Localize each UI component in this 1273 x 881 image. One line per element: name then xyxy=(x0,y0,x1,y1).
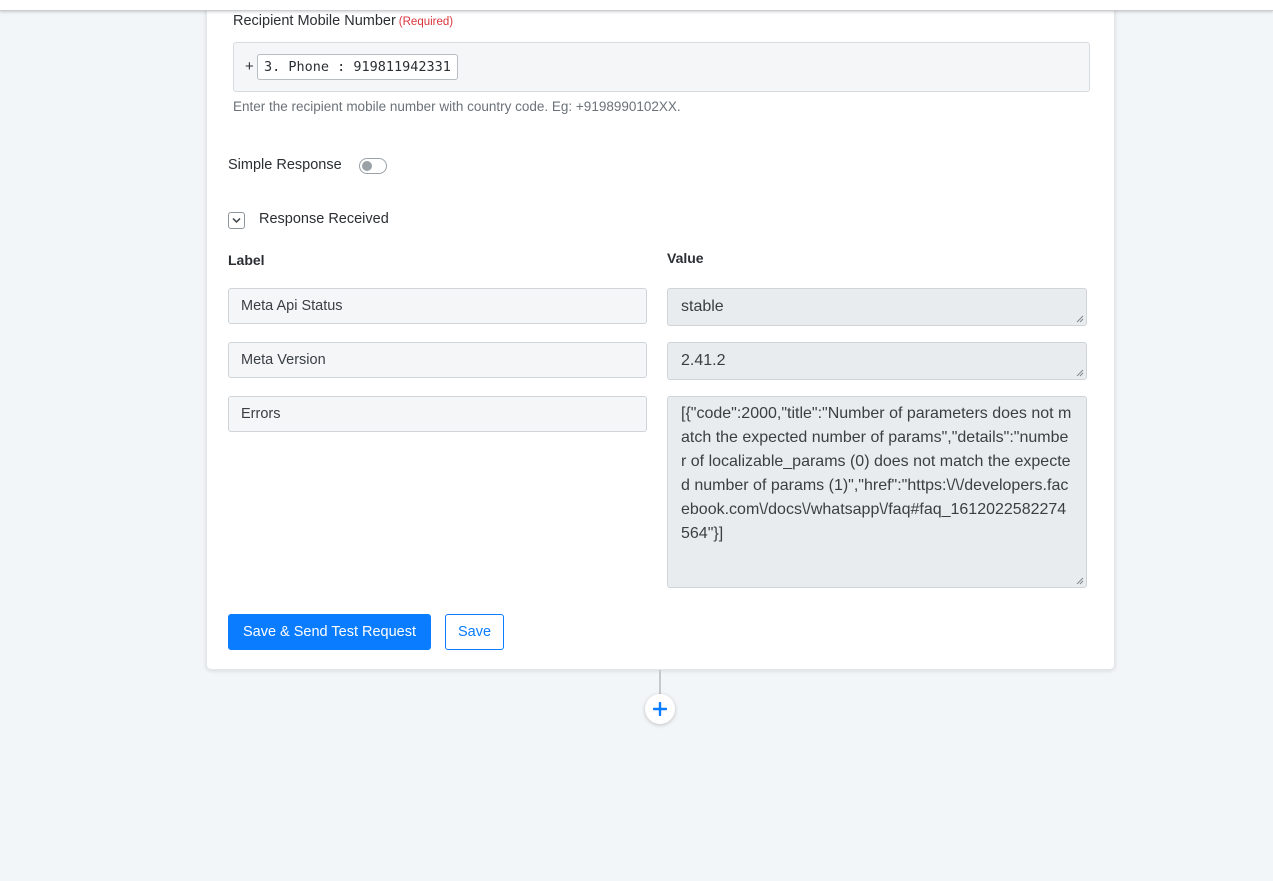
response-value-text: 2.41.2 xyxy=(681,352,726,369)
response-label-field[interactable]: Meta Api Status xyxy=(228,288,647,324)
simple-response-toggle[interactable] xyxy=(359,158,387,174)
label-column-header: Label xyxy=(228,252,265,268)
recipient-mobile-hint: Enter the recipient mobile number with c… xyxy=(233,99,681,114)
required-badge: (Required) xyxy=(398,16,454,28)
response-value-field[interactable]: [{"code":2000,"title":"Number of paramet… xyxy=(667,396,1087,588)
save-and-send-test-button[interactable]: Save & Send Test Request xyxy=(228,614,431,650)
recipient-mobile-label: Recipient Mobile Number (Required) xyxy=(233,13,453,29)
phone-variable-token[interactable]: 3. Phone : 919811942331 xyxy=(257,54,458,80)
simple-response-label: Simple Response xyxy=(228,157,342,173)
response-value-field[interactable]: stable xyxy=(667,288,1087,326)
chevron-down-icon xyxy=(232,217,241,224)
recipient-mobile-input[interactable]: + 3. Phone : 919811942331 xyxy=(233,42,1090,92)
add-step-button[interactable] xyxy=(645,694,675,724)
response-label-field[interactable]: Meta Version xyxy=(228,342,647,378)
recipient-mobile-label-text: Recipient Mobile Number xyxy=(233,13,396,29)
top-bar xyxy=(0,0,1273,11)
response-label-field[interactable]: Errors xyxy=(228,396,647,432)
resize-handle-icon[interactable] xyxy=(1076,315,1084,323)
save-button[interactable]: Save xyxy=(445,614,504,650)
response-collapse-button[interactable] xyxy=(228,212,245,229)
response-value-text: [{"code":2000,"title":"Number of paramet… xyxy=(681,405,1072,542)
resize-handle-icon[interactable] xyxy=(1076,577,1084,585)
plus-icon xyxy=(653,702,667,716)
value-column-header: Value xyxy=(667,250,704,266)
response-value-field[interactable]: 2.41.2 xyxy=(667,342,1087,380)
resize-handle-icon[interactable] xyxy=(1076,369,1084,377)
response-value-text: stable xyxy=(681,298,724,315)
action-step-card: Recipient Mobile Number (Required) + 3. P… xyxy=(206,0,1115,670)
response-received-title: Response Received xyxy=(259,211,389,227)
toggle-knob xyxy=(362,161,372,171)
step-connector-line xyxy=(659,670,661,696)
country-code-plus: + xyxy=(245,58,254,75)
